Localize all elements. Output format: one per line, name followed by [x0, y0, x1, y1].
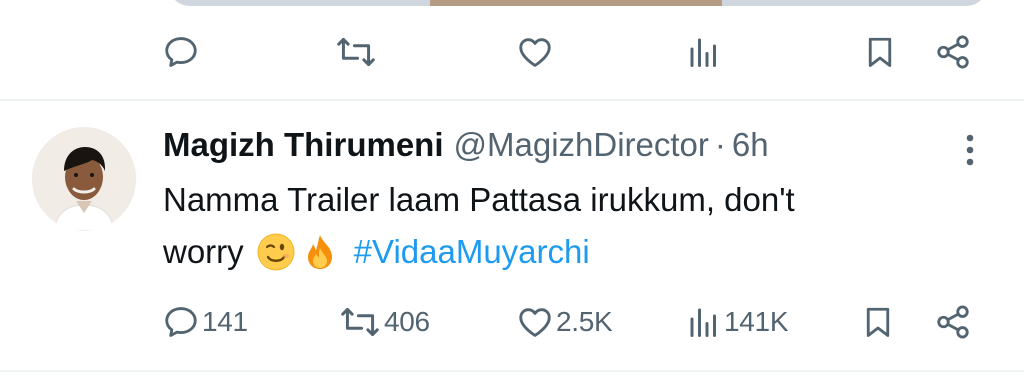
like-button[interactable] — [516, 32, 554, 72]
share-button[interactable] — [934, 32, 972, 72]
bookmark-button[interactable] — [860, 302, 896, 342]
comment-bubble-icon — [165, 37, 197, 67]
reply-button[interactable]: 141 — [162, 302, 248, 342]
tweet-text-word: worry — [163, 233, 244, 270]
bar-chart-icon — [690, 38, 716, 67]
bookmark-outline-icon — [866, 307, 890, 337]
reply-count: 141 — [202, 306, 248, 337]
retweet-button[interactable] — [334, 32, 378, 72]
comment-bubble-icon — [165, 307, 197, 337]
retweet-count: 406 — [384, 306, 430, 337]
heart-outline-icon — [519, 38, 551, 67]
retweet-arrows-icon — [337, 37, 375, 67]
fire-emoji — [307, 235, 332, 269]
share-button[interactable] — [934, 302, 972, 342]
more-options-button[interactable] — [958, 130, 982, 170]
more-vertical-icon — [966, 134, 974, 166]
header-separator: · — [714, 126, 726, 163]
previous-tweet-media[interactable] — [168, 0, 988, 6]
author-name[interactable]: Magizh Thirumeni — [163, 126, 444, 164]
bookmark-button[interactable] — [862, 32, 898, 72]
like-button[interactable]: 2.5K — [516, 302, 613, 342]
views-button[interactable] — [686, 32, 722, 72]
tweet-text-line-2: worry #VidaaMuyarchi — [163, 226, 953, 278]
winking-face-emoji — [257, 233, 295, 271]
like-count: 2.5K — [556, 306, 613, 337]
view-count: 141K — [724, 306, 789, 337]
tweet-header: Magizh Thirumeni @MagizhDirector · 6h — [163, 124, 769, 166]
tweet-divider — [0, 99, 1024, 101]
author-handle[interactable]: @MagizhDirector — [454, 126, 709, 164]
tweet-bottom-divider — [0, 370, 1024, 372]
bookmark-outline-icon — [868, 37, 892, 67]
reply-button[interactable] — [162, 32, 200, 72]
previous-tweet-image[interactable] — [430, 0, 722, 6]
retweet-button[interactable]: 406 — [338, 302, 430, 342]
previous-tweet-action-bar — [162, 32, 982, 72]
tweet-text-line-1: Namma Trailer laam Pattasa irukkum, don'… — [163, 181, 795, 218]
avatar[interactable] — [32, 127, 136, 231]
heart-outline-icon — [519, 308, 551, 337]
profile-photo — [32, 127, 136, 231]
tweet-text: Namma Trailer laam Pattasa irukkum, don'… — [163, 174, 953, 278]
bar-chart-icon — [690, 308, 716, 337]
tweet-action-bar: 141 406 2.5K 141K — [162, 302, 982, 342]
share-nodes-icon — [937, 305, 969, 339]
share-nodes-icon — [937, 35, 969, 69]
retweet-arrows-icon — [341, 307, 379, 337]
hashtag-link[interactable]: #VidaaMuyarchi — [354, 226, 590, 278]
tweet-timestamp[interactable]: 6h — [732, 126, 769, 164]
views-button[interactable]: 141K — [686, 302, 789, 342]
